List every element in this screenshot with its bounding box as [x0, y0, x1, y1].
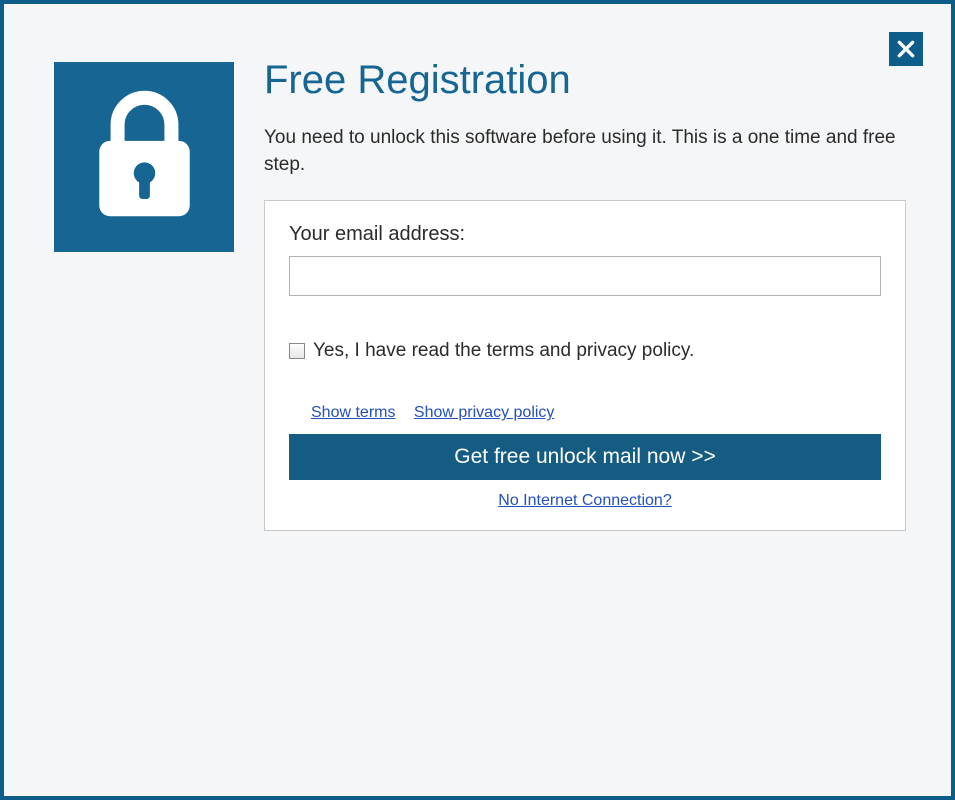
lock-tile: [54, 62, 234, 252]
email-field[interactable]: [289, 256, 881, 296]
dialog-subtitle: You need to unlock this software before …: [264, 125, 906, 178]
registration-form: Your email address: Yes, I have read the…: [264, 200, 906, 531]
registration-dialog: Free Registration You need to unlock thi…: [0, 0, 955, 800]
no-internet-link[interactable]: No Internet Connection?: [498, 492, 671, 509]
terms-checkbox-label: Yes, I have read the terms and privacy p…: [313, 340, 694, 362]
get-unlock-mail-button[interactable]: Get free unlock mail now >>: [289, 434, 881, 480]
show-privacy-link[interactable]: Show privacy policy: [414, 404, 555, 421]
email-label: Your email address:: [289, 223, 881, 246]
dialog-title: Free Registration: [264, 58, 906, 103]
show-terms-link[interactable]: Show terms: [311, 404, 395, 421]
lock-icon: [87, 87, 202, 227]
terms-checkbox[interactable]: [289, 343, 305, 359]
close-icon: [896, 39, 916, 59]
close-button[interactable]: [889, 32, 923, 66]
